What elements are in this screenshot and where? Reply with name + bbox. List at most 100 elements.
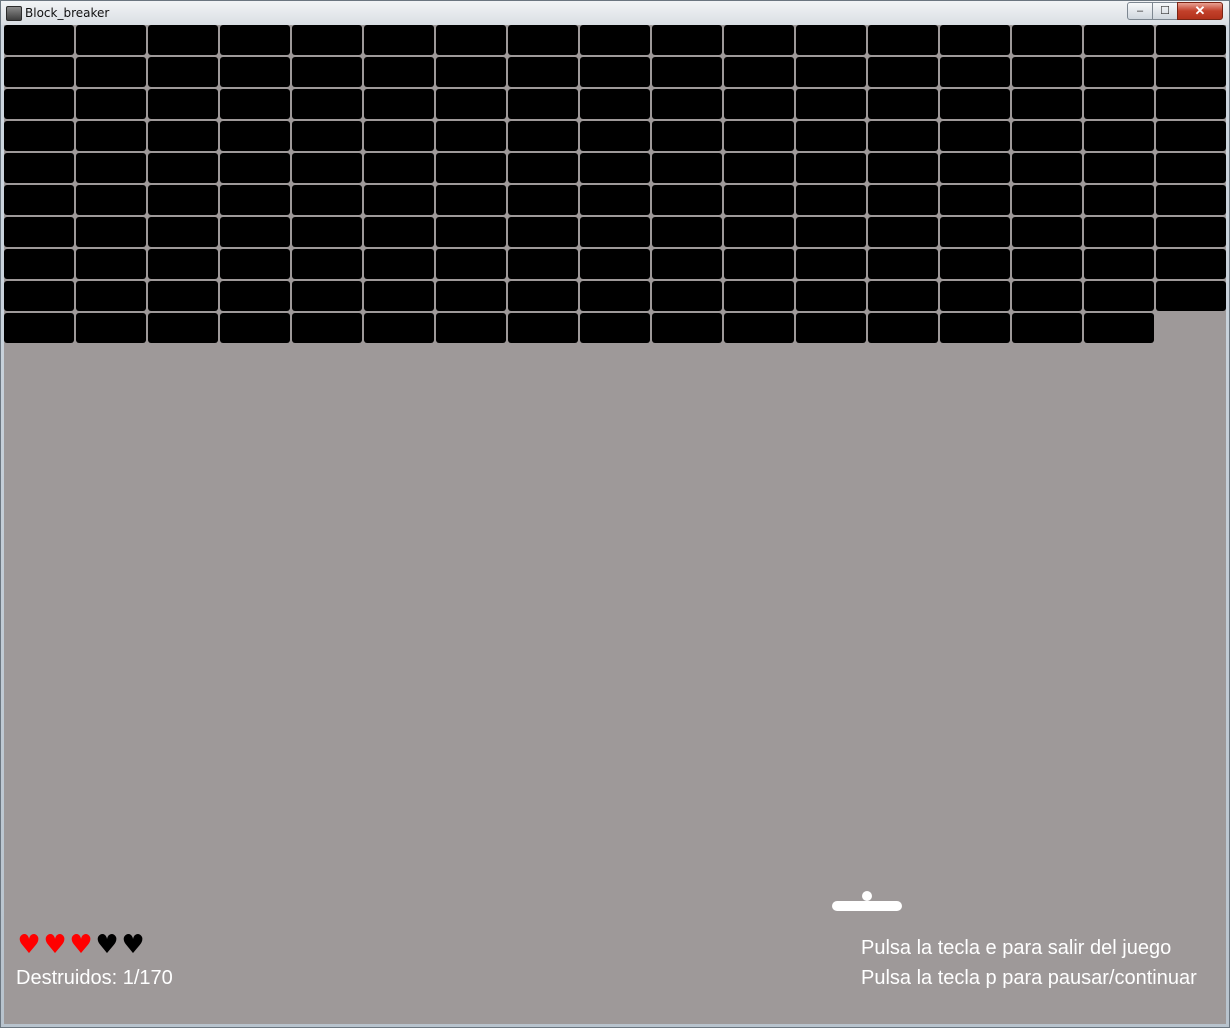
brick (364, 153, 434, 183)
brick (868, 217, 938, 247)
brick (580, 89, 650, 119)
brick (940, 281, 1010, 311)
brick (220, 281, 290, 311)
brick (292, 25, 362, 55)
brick (1012, 313, 1082, 343)
brick (652, 185, 722, 215)
brick (4, 249, 74, 279)
brick (292, 153, 362, 183)
brick (4, 217, 74, 247)
brick (1012, 185, 1082, 215)
brick (1084, 121, 1154, 151)
brick (220, 57, 290, 87)
brick (4, 89, 74, 119)
brick (508, 25, 578, 55)
brick (1012, 281, 1082, 311)
brick (1156, 25, 1226, 55)
brick (4, 313, 74, 343)
brick (436, 217, 506, 247)
brick (1084, 153, 1154, 183)
brick (580, 153, 650, 183)
brick (508, 281, 578, 311)
brick (580, 249, 650, 279)
brick (724, 313, 794, 343)
brick (1084, 89, 1154, 119)
brick (364, 185, 434, 215)
brick (436, 249, 506, 279)
brick (436, 121, 506, 151)
brick (76, 89, 146, 119)
brick (220, 25, 290, 55)
brick (868, 185, 938, 215)
destroyed-counter: Destruidos: 1/170 (16, 967, 173, 989)
brick (1156, 57, 1226, 87)
brick (1012, 249, 1082, 279)
brick (940, 153, 1010, 183)
brick (724, 121, 794, 151)
brick (868, 89, 938, 119)
brick (652, 57, 722, 87)
brick (1084, 185, 1154, 215)
brick (796, 25, 866, 55)
brick (796, 121, 866, 151)
brick (220, 121, 290, 151)
brick (868, 57, 938, 87)
brick (724, 281, 794, 311)
brick (1012, 57, 1082, 87)
brick (76, 185, 146, 215)
brick (1156, 89, 1226, 119)
brick (580, 217, 650, 247)
brick (580, 57, 650, 87)
brick (508, 121, 578, 151)
minimize-button[interactable]: ‒ (1127, 2, 1153, 20)
brick (1012, 25, 1082, 55)
brick (796, 281, 866, 311)
game-canvas[interactable]: ♥ ♥ ♥ ♥ ♥ Destruidos: 1/170 Pulsa la tecla e… (4, 25, 1226, 1024)
brick (292, 121, 362, 151)
brick (1084, 217, 1154, 247)
brick (652, 121, 722, 151)
brick (868, 153, 938, 183)
brick (436, 25, 506, 55)
brick (868, 25, 938, 55)
close-button[interactable]: ✕ (1177, 2, 1223, 20)
brick (148, 185, 218, 215)
brick (364, 313, 434, 343)
title-bar[interactable]: Block_breaker ‒ ☐ ✕ (1, 1, 1229, 25)
brick (292, 249, 362, 279)
brick (4, 185, 74, 215)
app-icon (6, 6, 22, 21)
brick (436, 185, 506, 215)
brick (652, 89, 722, 119)
brick (4, 153, 74, 183)
brick (1084, 249, 1154, 279)
brick (292, 89, 362, 119)
brick (796, 57, 866, 87)
lives-indicator: ♥ ♥ ♥ ♥ ♥ (16, 930, 146, 960)
brick (580, 121, 650, 151)
brick (724, 153, 794, 183)
heart-lost-icon: ♥ (95, 930, 119, 960)
brick (652, 313, 722, 343)
brick (364, 281, 434, 311)
brick (76, 281, 146, 311)
brick (292, 57, 362, 87)
brick (1084, 57, 1154, 87)
maximize-button[interactable]: ☐ (1152, 2, 1178, 20)
brick (940, 217, 1010, 247)
brick (148, 89, 218, 119)
brick (508, 57, 578, 87)
paddle (832, 901, 902, 911)
brick (868, 121, 938, 151)
brick (436, 89, 506, 119)
brick (436, 153, 506, 183)
brick (1084, 281, 1154, 311)
brick (796, 185, 866, 215)
brick (652, 153, 722, 183)
heart-full-icon: ♥ (43, 930, 67, 960)
brick (580, 281, 650, 311)
brick (148, 249, 218, 279)
pause-hint: Pulsa la tecla p para pausar/continuar (861, 967, 1197, 989)
brick (652, 25, 722, 55)
brick (796, 249, 866, 279)
